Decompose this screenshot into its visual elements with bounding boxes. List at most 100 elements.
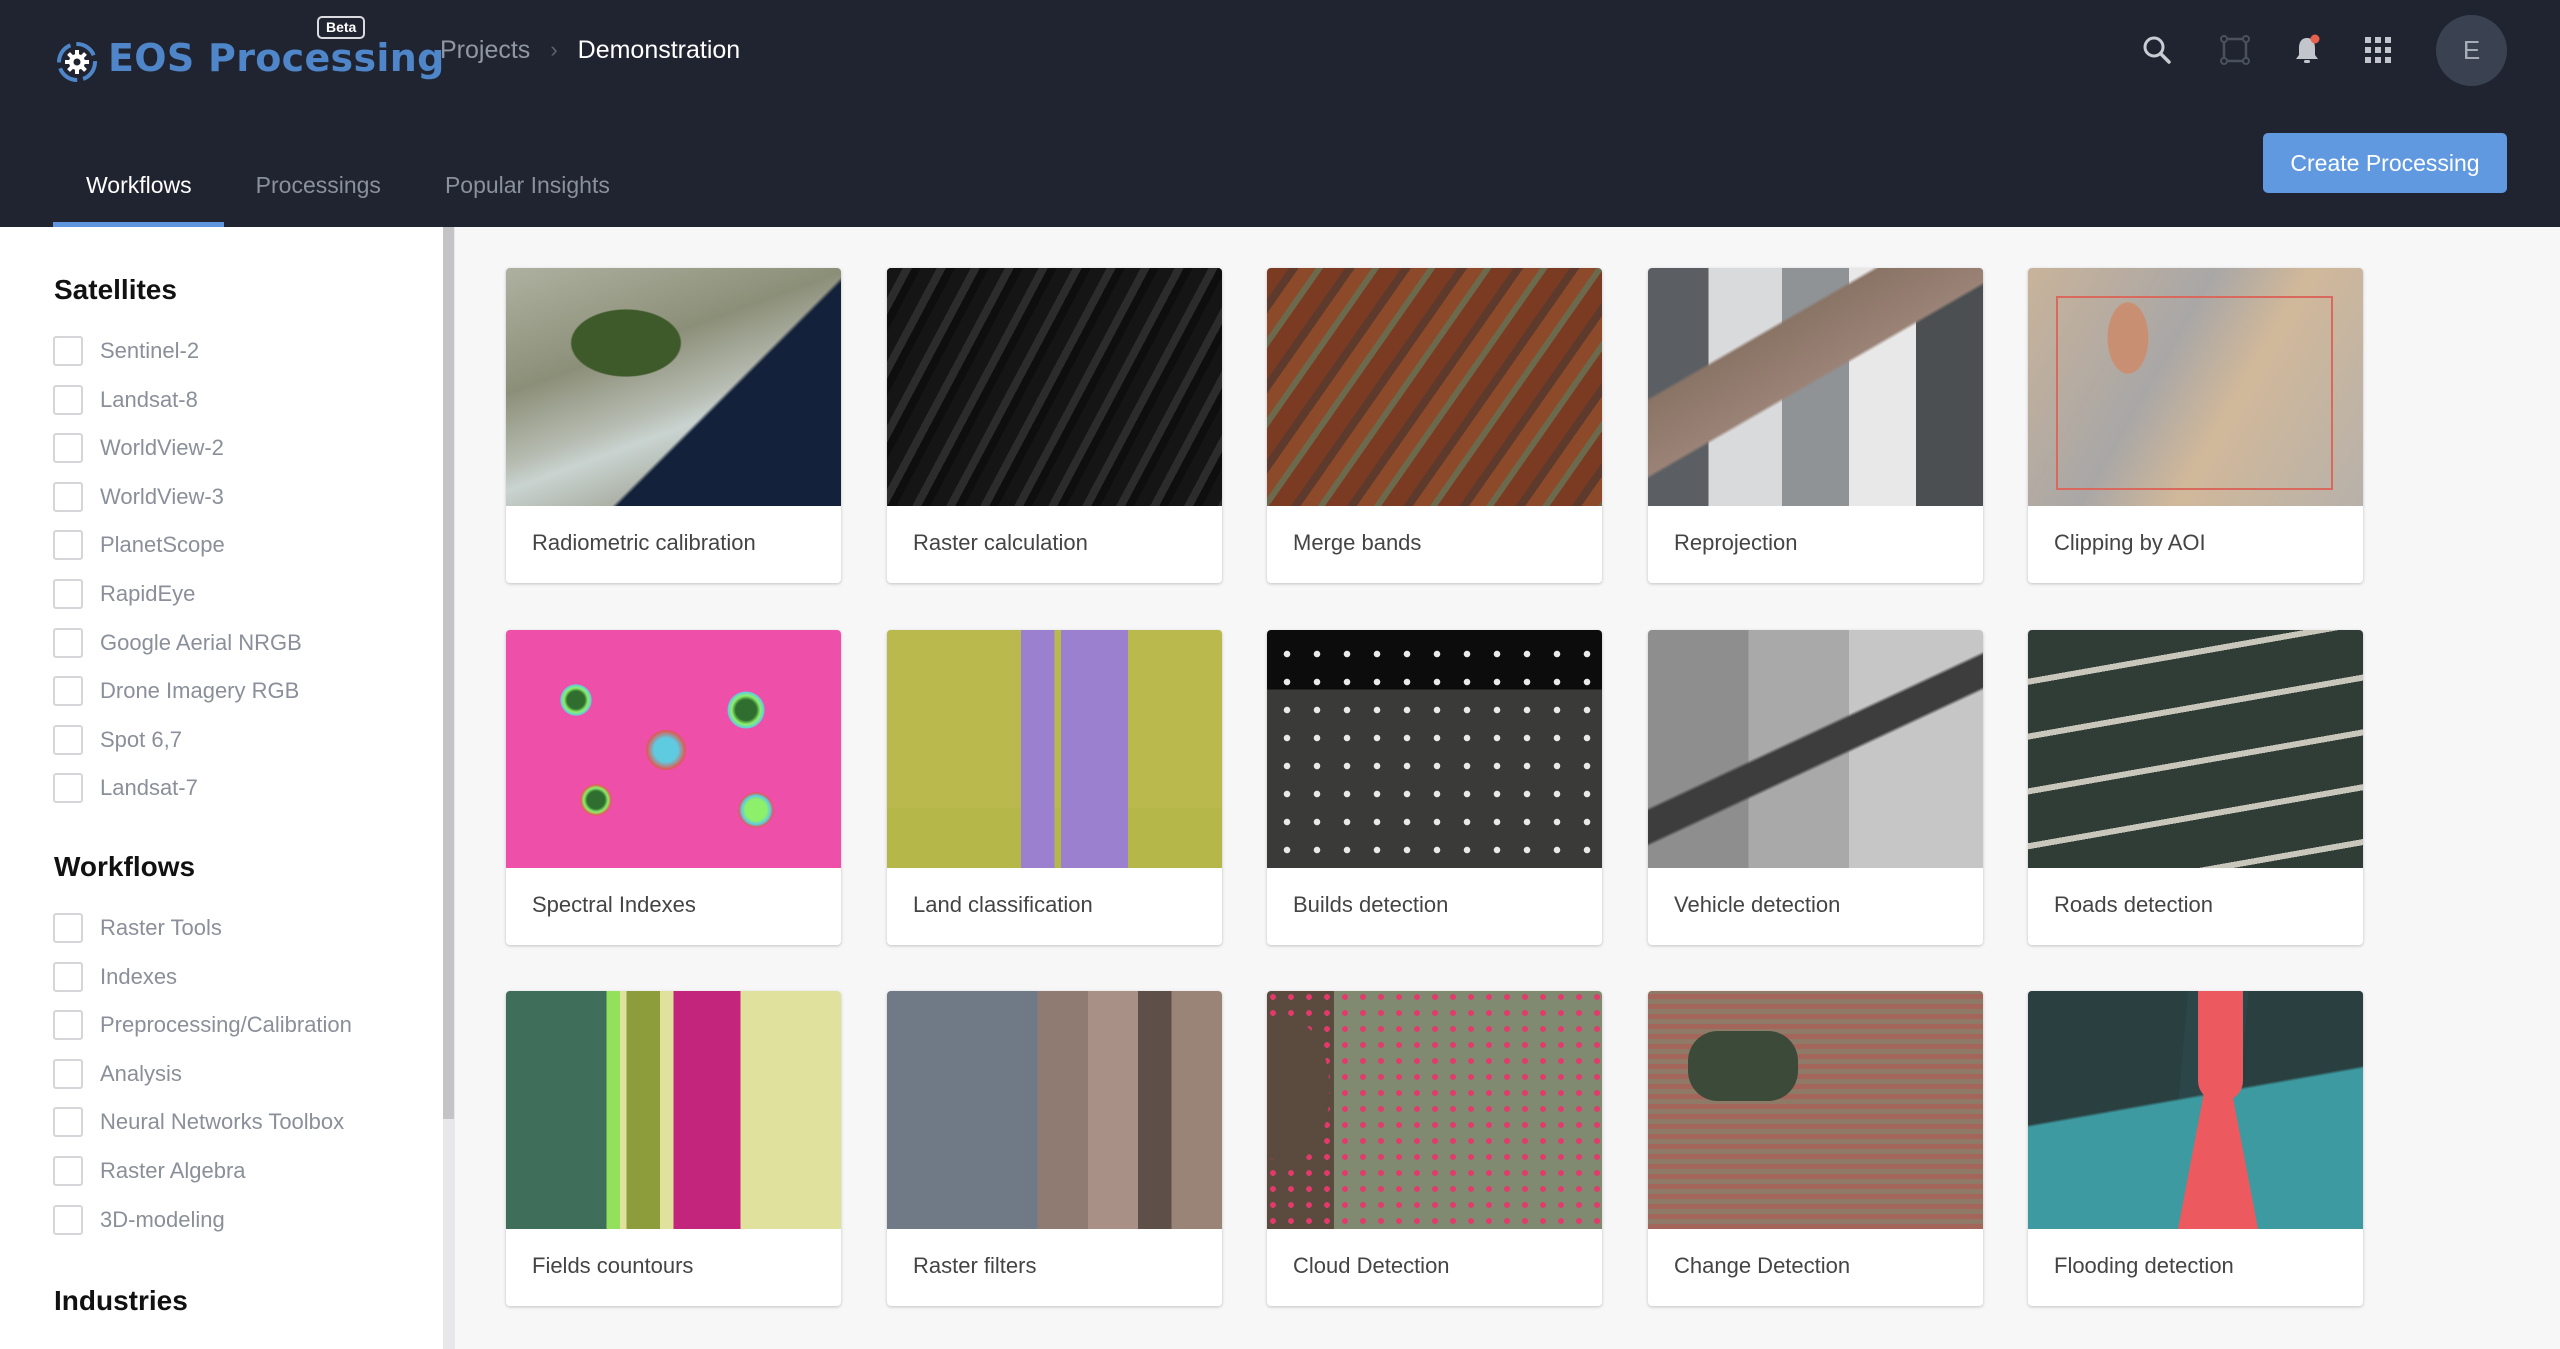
filter-option[interactable]: Analysis	[53, 1058, 182, 1089]
workflow-card-title: Builds detection	[1293, 892, 1449, 917]
notifications-icon	[2296, 34, 2320, 63]
beta-badge: Beta	[317, 16, 366, 39]
checkbox[interactable]	[53, 773, 83, 804]
checkbox[interactable]	[53, 433, 83, 464]
checkbox[interactable]	[53, 627, 83, 658]
filter-label: WorldView-3	[100, 483, 224, 509]
chevron-right-icon: ›	[550, 37, 558, 62]
workflow-card[interactable]: Flooding detection	[2028, 991, 2363, 1306]
apps-button[interactable]	[2356, 28, 2400, 72]
workflow-thumbnail	[2028, 630, 2363, 868]
workflow-card-title: Roads detection	[2054, 892, 2213, 917]
checkbox[interactable]	[53, 579, 83, 609]
checkbox[interactable]	[53, 1010, 83, 1041]
filter-option[interactable]: Raster Algebra	[53, 1156, 246, 1186]
filter-option[interactable]: Landsat-7	[53, 773, 198, 804]
workflow-card[interactable]: Spectral Indexes	[506, 630, 841, 945]
draw-area-icon	[2220, 35, 2250, 65]
workflow-thumbnail	[506, 268, 841, 506]
flood-area	[2178, 1019, 2258, 1229]
filter-option[interactable]: Drone Imagery RGB	[53, 676, 300, 707]
filter-option[interactable]: WorldView-3	[53, 481, 224, 512]
filter-label: 3D-modeling	[100, 1206, 225, 1232]
workflow-card-title: Land classification	[913, 892, 1093, 917]
workflow-thumbnail	[1648, 630, 1983, 868]
sidebar-scrollbar-thumb[interactable]	[443, 227, 454, 1119]
checkbox[interactable]	[53, 913, 83, 943]
filter-option[interactable]: RapidEye	[53, 579, 195, 609]
filter-label: RapidEye	[100, 581, 196, 606]
breadcrumb: Projects › Demonstration	[440, 34, 740, 66]
filter-option[interactable]: 3D-modeling	[53, 1204, 225, 1235]
checkbox[interactable]	[53, 530, 83, 561]
workflow-thumbnail	[1648, 991, 1983, 1229]
filter-label: Landsat-8	[100, 386, 198, 412]
workflow-thumbnail	[1267, 991, 1602, 1229]
workflow-card[interactable]: Fields countours	[506, 991, 841, 1306]
workflow-card[interactable]: Raster filters	[887, 991, 1222, 1306]
breadcrumb-projects[interactable]: Projects	[440, 36, 530, 65]
workflow-card-title: Merge bands	[1293, 530, 1422, 555]
draw-area-button[interactable]	[2213, 28, 2257, 72]
workflow-card-title: Flooding detection	[2054, 1253, 2234, 1278]
brand-logo[interactable]: EOS Processing Beta	[56, 14, 444, 84]
checkbox[interactable]	[53, 1204, 83, 1235]
filter-option[interactable]: Neural Networks Toolbox	[53, 1107, 345, 1138]
filter-label: Google Aerial NRGB	[100, 629, 302, 655]
filter-option[interactable]: Sentinel-2	[53, 336, 199, 366]
filter-label: Neural Networks Toolbox	[100, 1109, 345, 1135]
checkbox[interactable]	[53, 384, 83, 415]
filter-label: Drone Imagery RGB	[100, 678, 300, 704]
filter-option[interactable]: PlanetScope	[53, 530, 225, 561]
filter-option[interactable]: WorldView-2	[53, 433, 224, 464]
checkbox[interactable]	[53, 481, 83, 512]
workflow-card-title: Reprojection	[1674, 530, 1798, 555]
checkbox[interactable]	[53, 724, 83, 755]
workflow-card-title: Vehicle detection	[1674, 892, 1841, 917]
apps-grid-icon	[2365, 37, 2391, 63]
filter-option[interactable]: Spot 6,7	[53, 724, 182, 755]
notifications-button[interactable]	[2285, 28, 2329, 72]
filter-label: Analysis	[100, 1060, 182, 1086]
workflow-card[interactable]: Roads detection	[2028, 630, 2363, 945]
filter-label: Raster Tools	[100, 915, 222, 940]
checkbox[interactable]	[53, 1058, 83, 1089]
workflow-card[interactable]: Reprojection	[1648, 268, 1983, 583]
workflow-card[interactable]: Land classification	[887, 630, 1222, 945]
checkbox[interactable]	[53, 676, 83, 707]
filter-label: Spot 6,7	[100, 726, 182, 752]
user-avatar[interactable]: E	[2436, 15, 2507, 86]
workflow-card[interactable]: Cloud Detection	[1267, 991, 1602, 1306]
create-processing-button[interactable]: Create Processing	[2263, 133, 2507, 193]
workflow-card[interactable]: Raster calculation	[887, 268, 1222, 583]
filter-option[interactable]: Indexes	[53, 961, 177, 992]
checkbox[interactable]	[53, 961, 83, 992]
main-tabs: Workflows Processings Popular Insights	[53, 150, 642, 227]
filter-label: Sentinel-2	[100, 338, 200, 363]
workflow-card[interactable]: Builds detection	[1267, 630, 1602, 945]
workflow-card[interactable]: Vehicle detection	[1648, 630, 1983, 945]
tab-popular-insights[interactable]: Popular Insights	[413, 150, 642, 227]
breadcrumb-current: Demonstration	[577, 35, 741, 64]
checkbox[interactable]	[53, 1156, 83, 1186]
filter-label: WorldView-2	[100, 435, 224, 461]
filter-label: Raster Algebra	[100, 1158, 246, 1183]
aoi-rectangle	[2056, 296, 2333, 490]
filter-option[interactable]: Preprocessing/Calibration	[53, 1010, 352, 1041]
checkbox[interactable]	[53, 336, 83, 366]
workflow-card[interactable]: Change Detection	[1648, 991, 1983, 1306]
tab-workflows[interactable]: Workflows	[53, 150, 224, 227]
workflow-card-title: Raster filters	[913, 1253, 1037, 1278]
workflow-thumbnail	[887, 991, 1222, 1229]
workflow-card[interactable]: Merge bands	[1267, 268, 1602, 583]
workflow-card[interactable]: Radiometric calibration	[506, 268, 841, 583]
filter-option[interactable]: Google Aerial NRGB	[53, 627, 302, 658]
checkbox[interactable]	[53, 1107, 83, 1138]
workflow-thumbnail	[1267, 268, 1602, 506]
brand-name: EOS Processing	[108, 36, 445, 80]
workflow-card[interactable]: Clipping by AOI	[2028, 268, 2363, 583]
filter-option[interactable]: Landsat-8	[53, 384, 198, 415]
filter-option[interactable]: Raster Tools	[53, 913, 222, 943]
search-button[interactable]	[2135, 28, 2179, 72]
tab-processings[interactable]: Processings	[224, 150, 413, 227]
